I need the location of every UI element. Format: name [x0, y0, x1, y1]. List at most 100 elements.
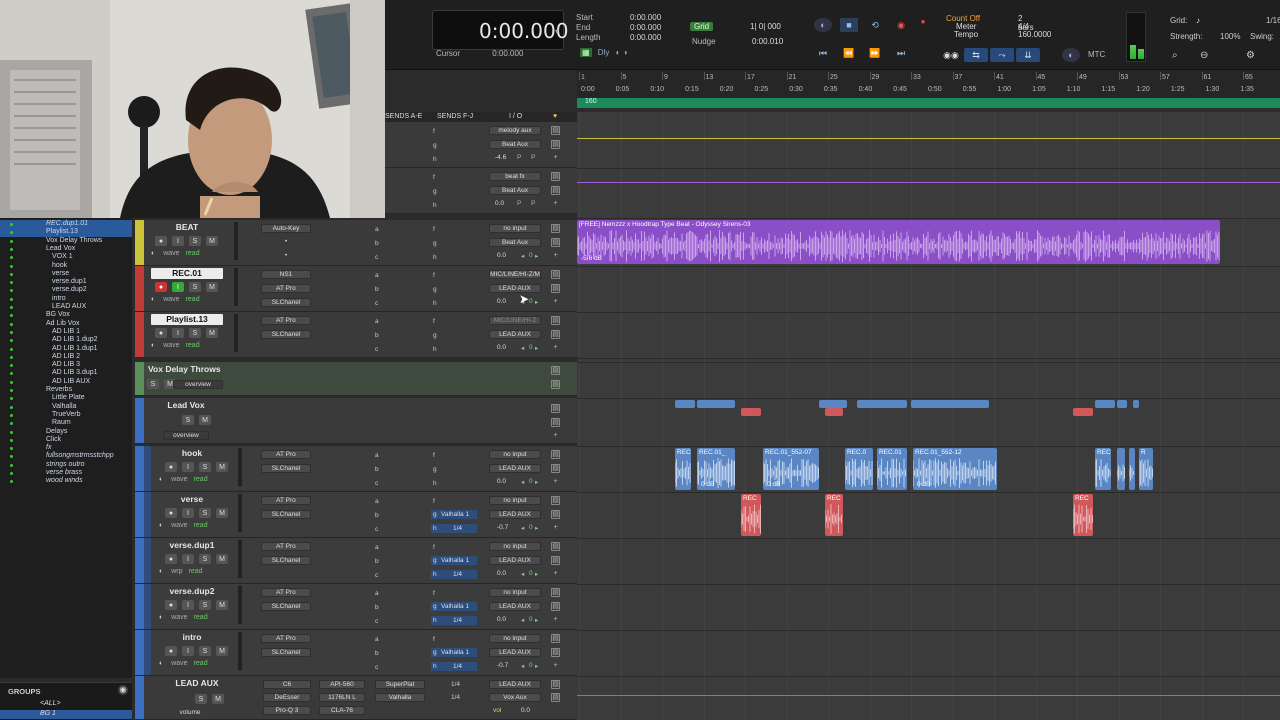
solo-button[interactable]: S	[199, 508, 211, 518]
visibility-dot-icon[interactable]	[10, 372, 13, 376]
visibility-dot-icon[interactable]	[10, 330, 13, 334]
tracklist-item[interactable]: AD LIB 1.dup2	[0, 336, 132, 344]
track-menu-icon[interactable]: ▤	[551, 464, 560, 473]
counter-chevron-icon[interactable]: ▾	[555, 27, 559, 36]
volume-readout[interactable]: -4.6 P P	[495, 154, 547, 164]
volume-readout[interactable]: 0.0 ◂ 0 ▸	[489, 344, 541, 354]
send-slot-b[interactable]: b	[375, 558, 379, 565]
record-enable-button[interactable]: ●	[165, 646, 177, 656]
send-level[interactable]: 1/4	[451, 681, 460, 688]
visibility-dot-icon[interactable]	[10, 463, 13, 467]
tracklist-item[interactable]: LEAD AUX	[0, 303, 132, 311]
io-input[interactable]: no input	[489, 450, 541, 459]
send-slot-b[interactable]: b	[375, 604, 379, 611]
folder-name[interactable]: Vox Delay Throws	[148, 364, 238, 375]
tracklist-item[interactable]: Delays	[0, 428, 132, 436]
track-menu-icon[interactable]: ▤	[551, 418, 560, 427]
send-level-value[interactable]: 1/4	[453, 617, 462, 624]
folder-clip-red[interactable]	[825, 408, 843, 416]
send-level[interactable]: 1/4	[431, 524, 477, 533]
volume-value[interactable]: 0.0	[497, 570, 506, 577]
volume-value[interactable]: 0.0	[497, 478, 506, 485]
volume-value[interactable]: 0.0	[521, 707, 530, 714]
pan-indicator[interactable]: ◂	[521, 616, 524, 624]
send-level-value[interactable]: 1/4	[453, 525, 462, 532]
row-menu-icon[interactable]: ▤	[551, 140, 560, 149]
visibility-dot-icon[interactable]	[10, 397, 13, 401]
tracklist-item[interactable]: Valhalla	[0, 403, 132, 411]
track-view-label[interactable]: wave	[163, 250, 179, 257]
visibility-dot-icon[interactable]	[10, 256, 13, 260]
track-menu-icon[interactable]: ▤	[551, 238, 560, 247]
send-slot-a[interactable]: a	[375, 590, 379, 597]
pan-indicator[interactable]: ▸	[535, 570, 538, 578]
send-slot-a[interactable]: a	[375, 544, 379, 551]
visibility-dot-icon[interactable]	[10, 281, 13, 285]
send-slot-b[interactable]: b	[375, 332, 379, 339]
tracklist-item[interactable]: AD LIB 1.dup1	[0, 345, 132, 353]
insert-slot[interactable]: SLChanel	[261, 330, 311, 339]
visibility-dot-icon[interactable]	[10, 347, 13, 351]
input-monitor-button[interactable]: I	[182, 646, 194, 656]
pan-indicator[interactable]: ▸	[535, 524, 538, 532]
clip-gain[interactable]: 0 dB	[701, 481, 714, 488]
track-menu-icon[interactable]: ▤	[551, 450, 560, 459]
solo-button[interactable]: S	[199, 462, 211, 472]
mute-button[interactable]: M	[216, 600, 228, 610]
insert-slot[interactable]: AT Pro	[261, 496, 311, 505]
track-color-bar[interactable]	[135, 362, 144, 395]
add-icon[interactable]: +	[551, 344, 560, 353]
folder-name[interactable]: Lead Vox	[151, 400, 221, 411]
mute-button[interactable]: M	[216, 462, 228, 472]
track-view-selector[interactable]: ◐ wave read	[151, 250, 200, 257]
clip-verse[interactable]: REC	[825, 494, 843, 536]
volume-readout[interactable]: vol 0.0	[489, 707, 541, 717]
forward-to-end-icon[interactable]: ⏭	[892, 46, 910, 60]
mute-button[interactable]: M	[206, 282, 218, 292]
end-value[interactable]: 0:00.000	[630, 23, 661, 32]
folder-clip-red[interactable]	[1073, 408, 1093, 416]
insert-slot[interactable]: AT Pro	[261, 316, 311, 325]
send-valhalla[interactable]: Valhalla 1	[431, 510, 477, 519]
strength-value[interactable]: 100%	[1220, 32, 1240, 41]
insert-slot[interactable]: AT Pro	[261, 634, 311, 643]
add-icon[interactable]: +	[551, 154, 560, 163]
track-menu-icon[interactable]: ▤	[551, 496, 560, 505]
folder-clip-blue[interactable]	[1117, 400, 1127, 408]
tempo-marker[interactable]: 160	[585, 98, 597, 105]
tracklist-item[interactable]: Vox Delay Throws	[0, 237, 132, 245]
insert-slot[interactable]: SLChanel	[261, 298, 311, 307]
send-level[interactable]: 1/4	[431, 570, 477, 579]
zoom-in-icon[interactable]: ⌕	[1172, 50, 1178, 61]
track-menu-icon[interactable]: ▤	[551, 270, 560, 279]
volume-readout[interactable]: 0.0 ◂ 0 ▸	[489, 252, 541, 262]
insert-slot[interactable]: AT Pro	[261, 542, 311, 551]
volume-readout[interactable]: 0.0 ◂ 0 ▸	[489, 570, 541, 580]
send-slot-c[interactable]: c	[375, 254, 378, 261]
add-icon[interactable]: +	[551, 524, 560, 533]
automation-mode-label[interactable]: read	[186, 342, 200, 349]
mute-button[interactable]: M	[206, 328, 218, 338]
track-color-bar[interactable]	[135, 538, 144, 583]
clip-hook[interactable]: REC.01_552-07 0 dB	[763, 448, 819, 490]
insert-slot[interactable]: Valhalla	[375, 693, 425, 702]
sync-icon[interactable]: ◐	[1062, 48, 1080, 62]
clip-hook[interactable]: R	[1139, 448, 1153, 490]
track-menu-icon[interactable]: ▤	[551, 316, 560, 325]
track-menu-icon[interactable]: ▤	[551, 224, 560, 233]
clip-hook[interactable]: REC.01_ 0 dB	[697, 448, 735, 490]
pan-indicator[interactable]: ▸	[535, 252, 538, 260]
groups-menu-icon[interactable]: ◉	[118, 685, 128, 695]
send-slot-a[interactable]: a	[375, 318, 379, 325]
tracklist-item[interactable]: hook	[0, 262, 132, 270]
add-icon[interactable]: +	[551, 298, 560, 307]
insert-slot[interactable]: Auto-Key	[261, 224, 311, 233]
pan-indicator[interactable]: ▸	[535, 298, 538, 306]
tracklist-item[interactable]: Lead Vox	[0, 245, 132, 253]
track-menu-icon[interactable]: ▤	[551, 556, 560, 565]
group-row-bg1[interactable]: BG 1	[0, 710, 132, 719]
record-enable-button[interactable]: ●	[165, 600, 177, 610]
tracklist-item[interactable]: verse.dup1	[0, 278, 132, 286]
automation-mode-label[interactable]: read	[194, 614, 208, 621]
send-slot-b[interactable]: b	[375, 466, 379, 473]
